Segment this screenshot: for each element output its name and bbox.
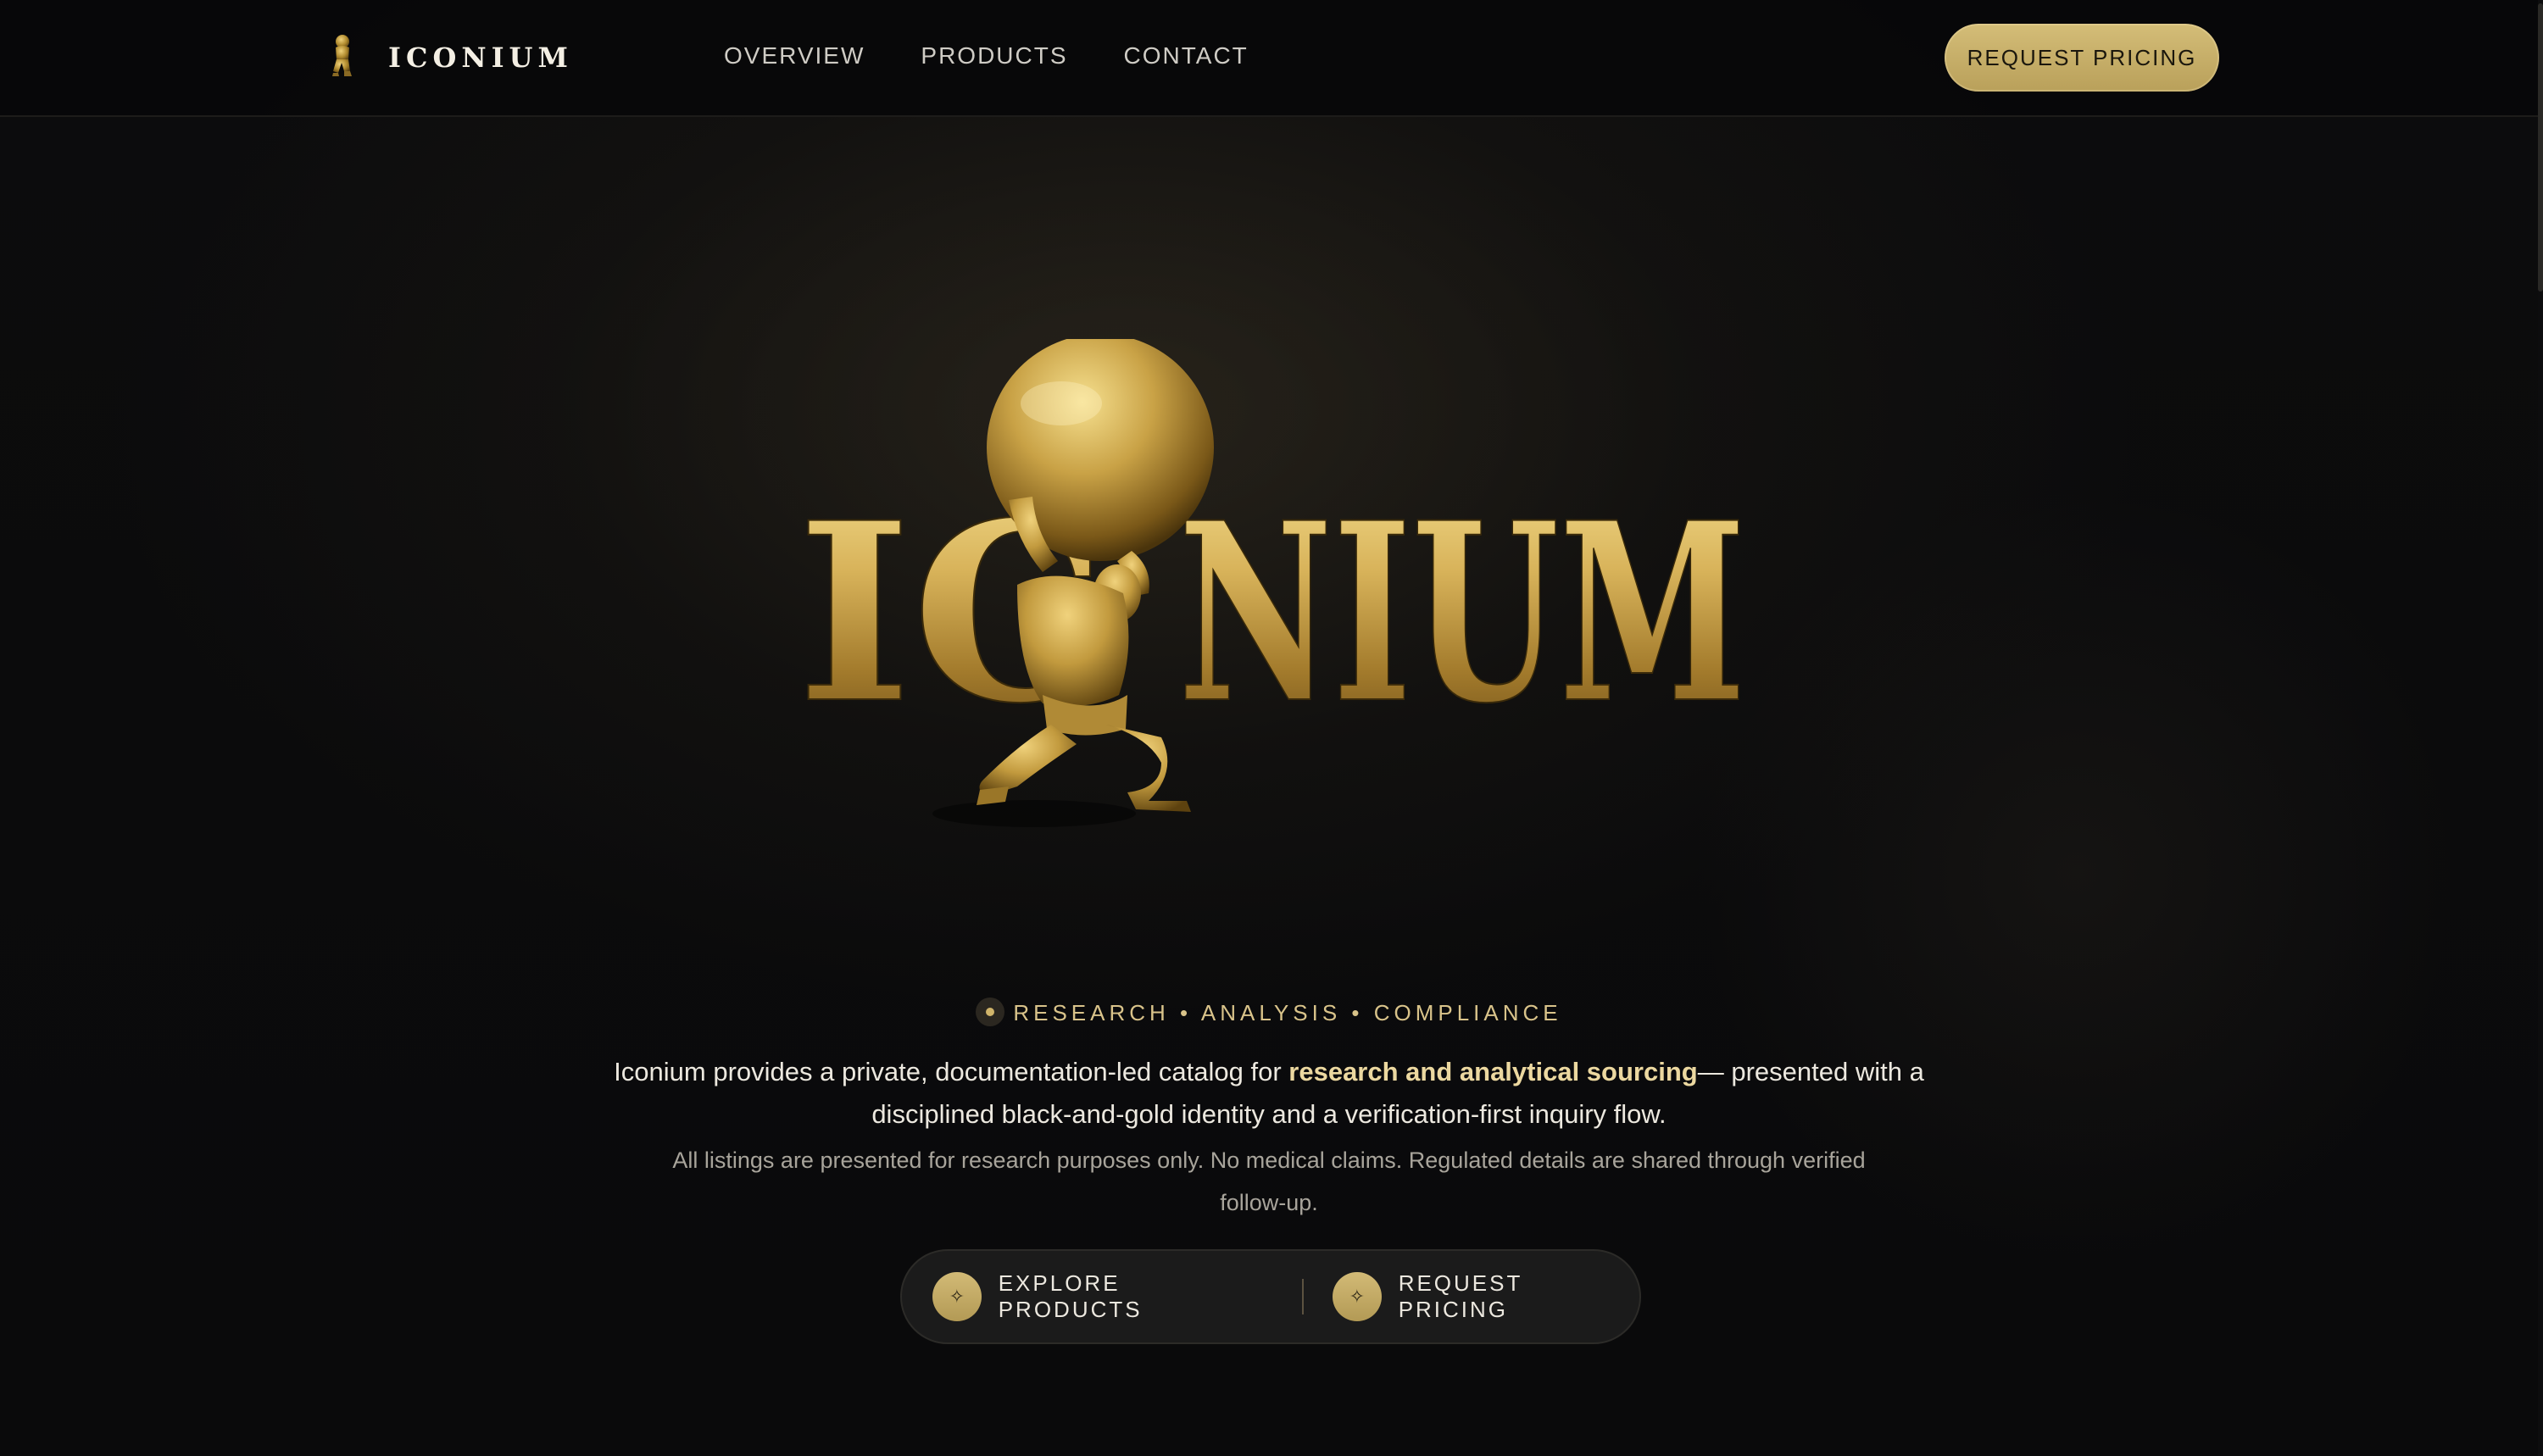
brand-logo-link[interactable]: ICONIUM	[326, 32, 573, 83]
sparkle-icon: ✧	[1332, 1272, 1382, 1321]
hero-cta-group: ✧ EXPLORE PRODUCTS ✧ REQUEST PRICING	[900, 1249, 1641, 1344]
atlas-logo-icon	[332, 35, 352, 76]
lead-text-start: Iconium provides a private, documentatio…	[614, 1057, 1289, 1086]
request-pricing-hero-button[interactable]: ✧ REQUEST PRICING	[1332, 1270, 1639, 1323]
brand-name: ICONIUM	[388, 42, 573, 74]
request-pricing-label: REQUEST PRICING	[1398, 1270, 1522, 1322]
nav-link-contact[interactable]: CONTACT	[1124, 42, 1249, 69]
explore-products-label: EXPLORE PRODUCTS	[998, 1270, 1143, 1322]
nav-link-products[interactable]: PRODUCTS	[921, 42, 1067, 69]
sparkle-icon: ✧	[932, 1272, 982, 1321]
scrollbar-thumb[interactable]	[2538, 3, 2543, 292]
tagline-dot-icon	[976, 998, 1005, 1027]
nav-link-overview[interactable]: OVERVIEW	[724, 42, 865, 69]
page-scrollbar[interactable]	[2538, 0, 2543, 1456]
hero-logo-text-right: NIUM	[1178, 470, 1746, 758]
hero-tagline: RESEARCH • ANALYSIS • COMPLIANCE	[0, 998, 2538, 1029]
lead-text-highlight: research and analytical sourcing	[1288, 1057, 1698, 1086]
tagline-text: RESEARCH • ANALYSIS • COMPLIANCE	[1013, 1000, 1562, 1025]
primary-nav: OVERVIEW PRODUCTS CONTACT	[724, 42, 1249, 69]
request-pricing-nav-button[interactable]: REQUEST PRICING	[1945, 24, 2219, 92]
hero-disclaimer: All listings are presented for research …	[672, 1148, 1866, 1215]
cta-divider	[1302, 1279, 1304, 1314]
top-navbar: ICONIUM OVERVIEW PRODUCTS CONTACT REQUES…	[0, 0, 2538, 117]
explore-products-button[interactable]: ✧ EXPLORE PRODUCTS	[932, 1270, 1272, 1323]
hero-lead-text: Iconium provides a private, documentatio…	[593, 1051, 1945, 1136]
hero-atlas-logo: IC NIUM	[796, 339, 1747, 827]
